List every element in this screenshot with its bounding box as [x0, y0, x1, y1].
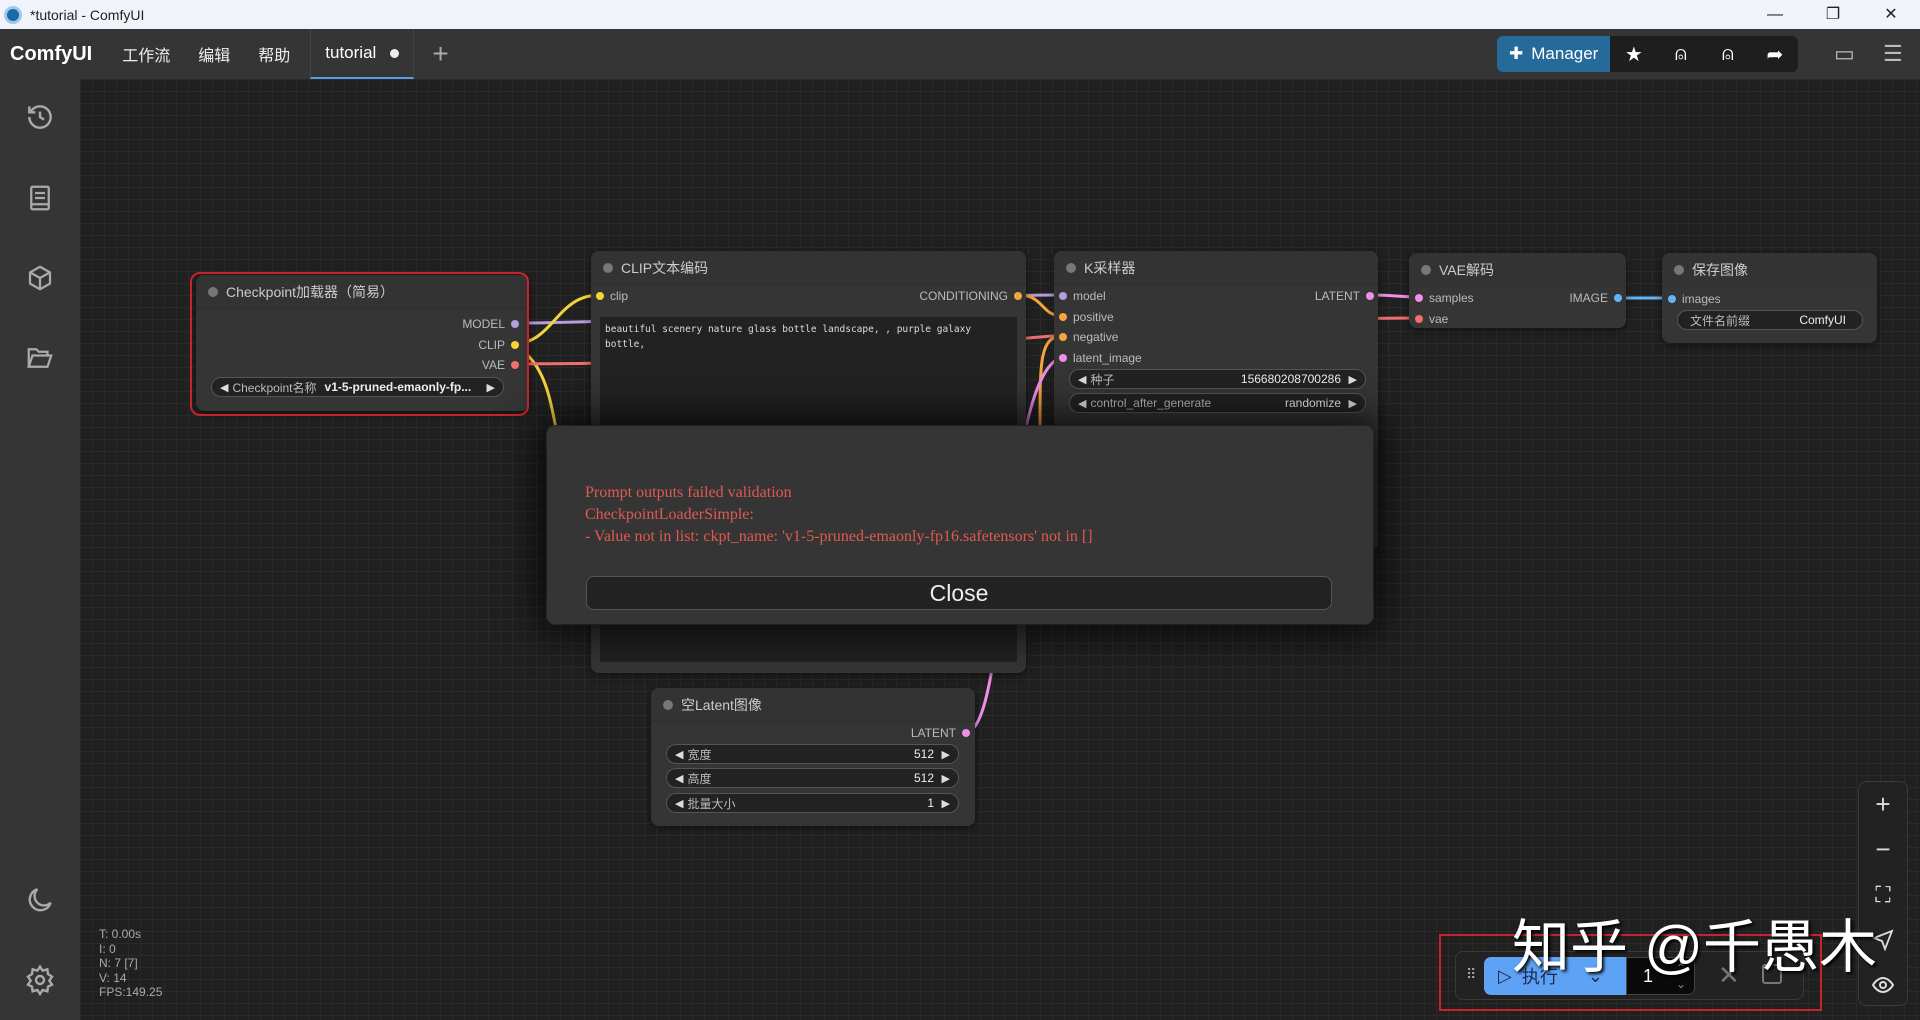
widget-label: 批量大小 — [687, 796, 736, 811]
node-empty-latent[interactable]: 空Latent图像 LATENT ◀ 宽度 512 ▶ ◀ 高度 512 ▶ ◀ 批量大小 1 ▶ — [651, 688, 975, 826]
slot-label: LATENT — [910, 726, 956, 740]
slot-label: latent_image — [1073, 351, 1142, 365]
highlight-box — [190, 272, 529, 416]
widget-value: 512 — [913, 771, 934, 785]
width-widget[interactable]: ◀ 宽度 512 ▶ — [666, 744, 959, 764]
input-vae[interactable]: vae — [1415, 312, 1448, 326]
widget-value: 156680208700286 — [1240, 372, 1341, 386]
output-latent[interactable]: LATENT — [911, 726, 970, 740]
arrow-left-icon[interactable]: ◀ — [675, 748, 683, 761]
output-image[interactable]: IMAGE — [1569, 291, 1622, 305]
error-line: Prompt outputs failed validation — [585, 484, 792, 501]
slot-label: CONDITIONING — [919, 289, 1008, 303]
node-title: 空Latent图像 — [651, 688, 975, 722]
seed-widget[interactable]: ◀ 种子 156680208700286 ▶ — [1069, 369, 1366, 389]
input-latent-image[interactable]: latent_image — [1059, 351, 1142, 365]
output-latent[interactable]: LATENT — [1315, 289, 1374, 303]
slot-label: model — [1073, 289, 1106, 303]
node-title: VAE解码 — [1409, 253, 1626, 287]
input-clip[interactable]: clip — [596, 289, 628, 303]
slot-label: images — [1682, 292, 1721, 306]
error-line: - Value not in list: ckpt_name: 'v1-5-pr… — [585, 528, 1093, 545]
arrow-left-icon[interactable]: ◀ — [675, 772, 683, 785]
zoom-in-icon[interactable]: + — [1859, 782, 1907, 827]
arrow-left-icon[interactable]: ◀ — [1078, 397, 1086, 410]
input-positive[interactable]: positive — [1059, 310, 1114, 324]
node-title: K采样器 — [1054, 251, 1378, 285]
stat-fps: FPS:149.25 — [99, 985, 163, 999]
error-message: Prompt outputs failed validation Checkpoi… — [585, 482, 1093, 548]
slot-label: vae — [1429, 312, 1449, 326]
arrow-right-icon[interactable]: ▶ — [1349, 397, 1357, 410]
input-negative[interactable]: negative — [1059, 330, 1118, 344]
input-model[interactable]: model — [1059, 289, 1106, 303]
widget-value: 1 — [927, 796, 934, 810]
input-samples[interactable]: samples — [1415, 291, 1474, 305]
arrow-right-icon[interactable]: ▶ — [1349, 373, 1357, 386]
watermark: 知乎 @千愚木 — [1512, 915, 1877, 980]
widget-value: randomize — [1284, 396, 1341, 410]
output-conditioning[interactable]: CONDITIONING — [919, 289, 1022, 303]
error-line: CheckpointLoaderSimple: — [585, 506, 754, 523]
widget-label: 宽度 — [687, 747, 712, 762]
widget-label: 文件名前缀 — [1690, 313, 1751, 328]
control-after-generate-widget[interactable]: ◀ control_after_generate randomize ▶ — [1069, 393, 1366, 413]
filename-prefix-widget[interactable]: 文件名前缀 ComfyUI — [1677, 310, 1863, 330]
widget-value: 512 — [913, 747, 934, 761]
slot-label: LATENT — [1314, 289, 1360, 303]
widget-value: ComfyUI — [1799, 313, 1846, 327]
slot-label: samples — [1429, 291, 1474, 305]
arrow-left-icon[interactable]: ◀ — [675, 797, 683, 810]
stat-nodes: N: 7 [7] — [99, 956, 138, 970]
arrow-right-icon[interactable]: ▶ — [942, 772, 950, 785]
arrow-right-icon[interactable]: ▶ — [942, 797, 950, 810]
slot-label: negative — [1073, 330, 1119, 344]
height-widget[interactable]: ◀ 高度 512 ▶ — [666, 768, 959, 788]
node-save-image[interactable]: 保存图像 images 文件名前缀 ComfyUI — [1662, 253, 1877, 343]
input-images[interactable]: images — [1668, 292, 1721, 306]
zoom-out-icon[interactable]: − — [1859, 827, 1907, 872]
slot-label: IMAGE — [1569, 291, 1608, 305]
close-button[interactable]: Close — [586, 576, 1332, 610]
error-dialog: Prompt outputs failed validation Checkpoi… — [547, 426, 1373, 624]
batch-size-widget[interactable]: ◀ 批量大小 1 ▶ — [666, 793, 959, 813]
widget-label: control_after_generate — [1090, 396, 1212, 410]
stat-time: T: 0.00s — [99, 927, 142, 941]
node-vae-decode[interactable]: VAE解码 samples vae IMAGE — [1409, 253, 1626, 328]
slot-label: clip — [610, 289, 629, 303]
stat-v: V: 14 — [99, 970, 127, 985]
widget-label: 高度 — [687, 771, 712, 786]
render-stats: T: 0.00s I: 0 N: 7 [7] V: 14 FPS:149.25 — [99, 927, 162, 1000]
arrow-left-icon[interactable]: ◀ — [1078, 373, 1086, 386]
node-title: 保存图像 — [1662, 253, 1877, 287]
stat-i: I: 0 — [99, 941, 116, 956]
node-title: CLIP文本编码 — [591, 251, 1026, 285]
arrow-right-icon[interactable]: ▶ — [942, 748, 950, 761]
slot-label: positive — [1073, 310, 1114, 324]
widget-label: 种子 — [1090, 372, 1115, 387]
